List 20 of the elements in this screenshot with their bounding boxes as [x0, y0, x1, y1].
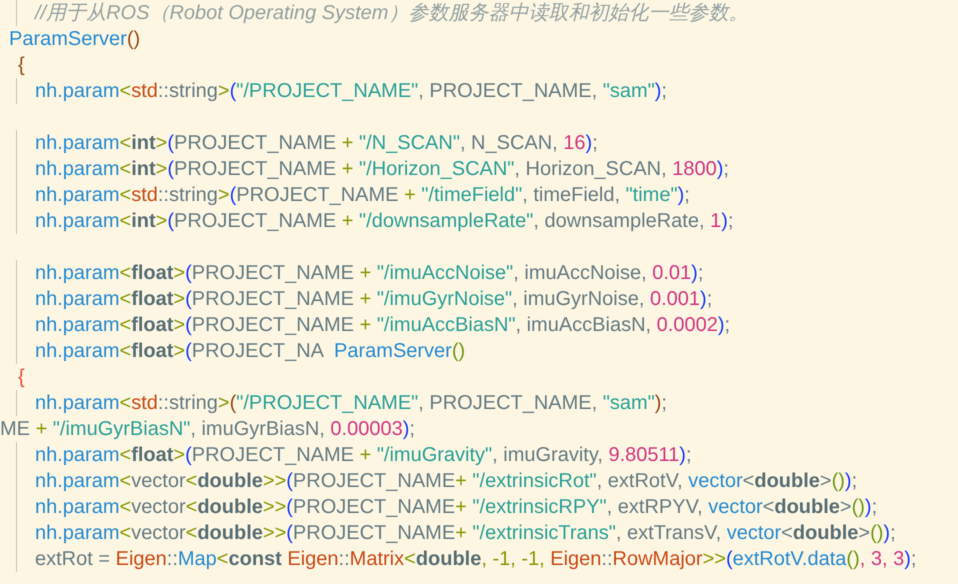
code-line: ME + "/imuGyrBiasN", imuGyrBiasN, 0.00003); — [0, 417, 415, 442]
code-line: nh.param<std::string>("/PROJECT_NAME", PROJECT_NAME, "sam"); — [34, 391, 667, 416]
code-line: nh.param<float>(PROJECT_NA ParamServer() — [34, 339, 466, 364]
code-line: nh.param<int>(PROJECT_NAME + "/Horizon_SCAN", Horizon_SCAN, 1800); — [34, 157, 729, 182]
code-line: ParamServer() — [8, 27, 140, 52]
code-line: extRot = Eigen::Map<const Eigen::Matrix<double, -1, -1, Eigen::RowMajor>>(extRotV.data(), 3, 3); — [34, 547, 916, 572]
code-line: { — [17, 53, 25, 78]
code-line: nh.param<std::string>(PROJECT_NAME + "/timeField", timeField, "time"); — [34, 183, 690, 208]
code-line: nh.param<float>(PROJECT_NAME + "/imuGravity", imuGravity, 9.80511); — [34, 443, 692, 468]
code-line: nh.param<int>(PROJECT_NAME + "/N_SCAN", N_SCAN, 16); — [34, 131, 598, 156]
code-line: nh.param<float>(PROJECT_NAME + "/imuAccNoise", imuAccNoise, 0.01); — [34, 261, 704, 286]
code-line: nh.param<vector<double>>(PROJECT_NAME+ "/extrinsicTrans", extTransV, vector<double>()); — [34, 521, 896, 546]
code-line: nh.param<std::string>("/PROJECT_NAME", PROJECT_NAME, "sam"); — [34, 79, 667, 104]
code-comment: //用于从ROS（Robot Operating System）参数服务器中读取和初始化一些参数。 — [33, 1, 748, 26]
code-line: nh.param<float>(PROJECT_NAME + "/imuGyrNoise", imuGyrNoise, 0.001); — [34, 287, 712, 312]
code-line: nh.param<int>(PROJECT_NAME + "/downsampleRate", downsampleRate, 1); — [34, 209, 734, 234]
code-line: nh.param<vector<double>>(PROJECT_NAME+ "/extrinsicRPY", extRPYV, vector<double>()); — [34, 495, 878, 520]
code-line: nh.param<float>(PROJECT_NAME + "/imuAccBiasN", imuAccBiasN, 0.0002); — [34, 313, 730, 338]
code-line: { — [17, 365, 25, 390]
code-line: nh.param<vector<double>>(PROJECT_NAME+ "/extrinsicRot", extRotV, vector<double>()); — [34, 469, 858, 494]
